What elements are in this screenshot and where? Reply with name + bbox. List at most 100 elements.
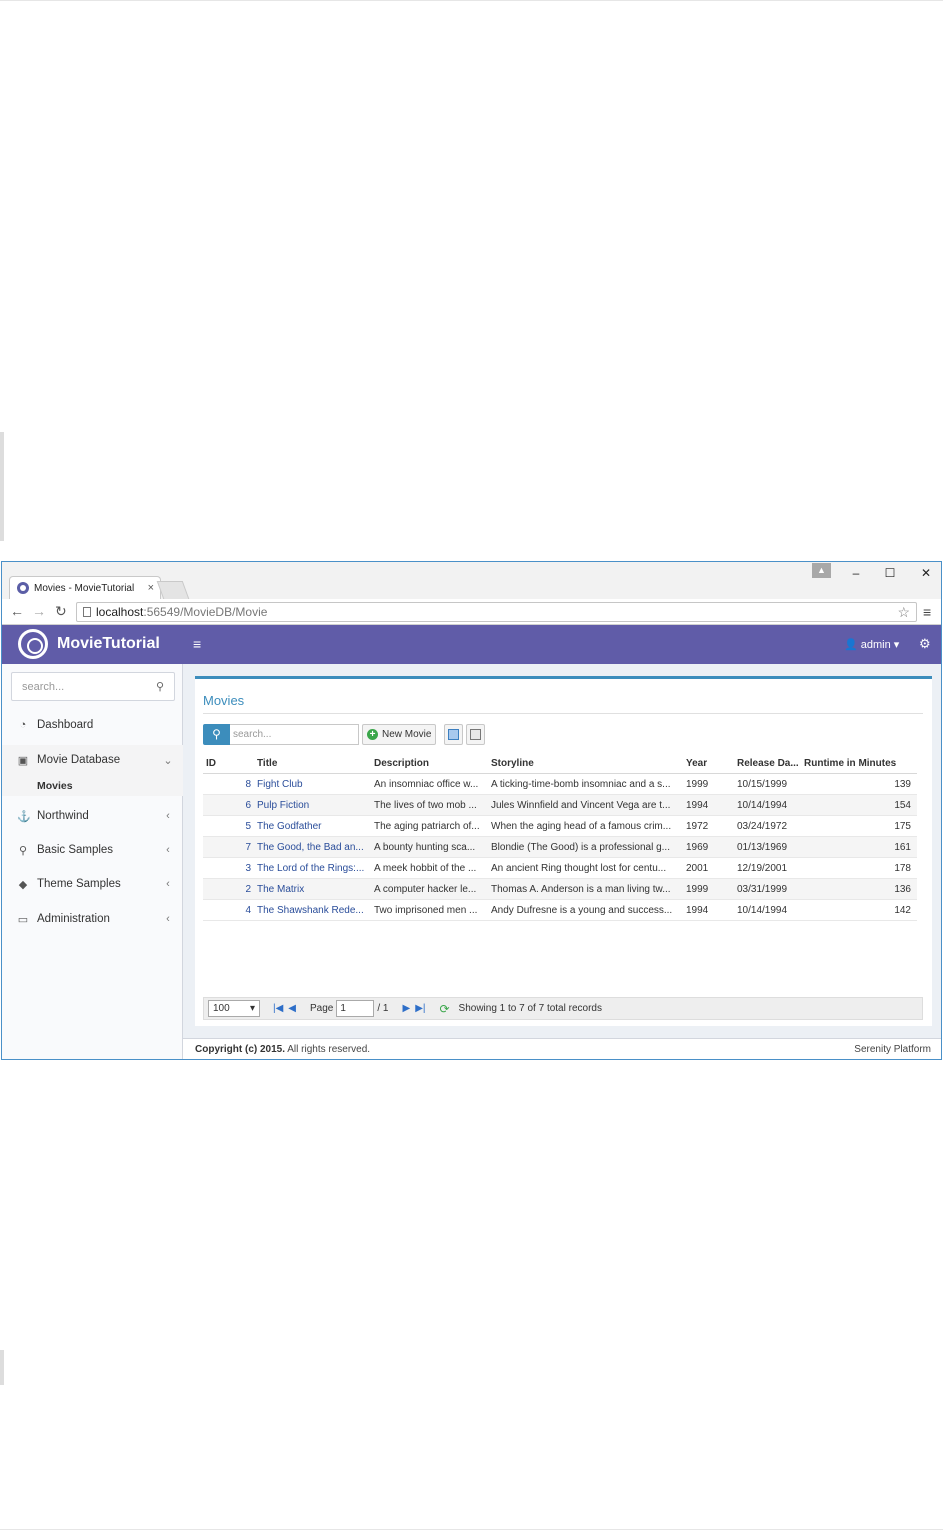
cell-id[interactable]: 6 [203,800,254,811]
cell-year: 1972 [686,820,709,832]
cell-id[interactable]: 2 [203,884,254,895]
back-icon[interactable]: ← [10,603,24,619]
cell-runtime: 178 [894,862,911,874]
cell-title-link[interactable]: The Good, the Bad an... [254,842,371,853]
next-page-icon[interactable]: ▶ [402,1003,410,1014]
new-tab-button[interactable] [156,581,190,599]
page-size-select[interactable]: 100 ▾ [208,1000,260,1017]
sidebar-item-movie-database[interactable]: ▣ Movie Database ⌄ [2,745,183,775]
sidebar-item-label: Administration [37,913,110,925]
sidebar-item-northwind[interactable]: ⚓ Northwind ‹ [2,801,183,831]
reload-icon[interactable]: ↻ [55,603,67,619]
search-icon: ⚲ [155,681,164,693]
settings-gear-icon[interactable]: ⚙ [919,636,931,652]
film-icon: ▣ [17,754,29,767]
movies-panel: Movies ⚲ search... + New Movie ID Title … [195,676,932,1026]
sidebar-item-theme-samples[interactable]: ◆ Theme Samples ‹ [2,869,183,899]
sidebar-item-label: Basic Samples [37,844,114,856]
sidebar-search[interactable]: search... ⚲ [11,672,175,701]
brand-name[interactable]: MovieTutorial [57,635,160,653]
cell-year: 2001 [686,862,709,874]
cell-runtime: 139 [894,778,911,790]
platform-link[interactable]: Serenity Platform [854,1044,931,1055]
table-row[interactable]: 7 The Good, the Bad an... A bounty hunti… [203,837,917,858]
sidebar-item-basic-samples[interactable]: ⚲ Basic Samples ‹ [2,835,183,865]
sidebar-item-label: Theme Samples [37,878,121,890]
cell-id[interactable]: 7 [203,842,254,853]
table-row[interactable]: 2 The Matrix A computer hacker le... Tho… [203,879,917,900]
column-header-release-date[interactable]: Release Da... [734,758,801,769]
title-bar: Movies - MovieTutorial × ▲ – ☐ ✕ [2,562,941,599]
close-window-button[interactable]: ✕ [911,564,941,582]
cell-storyline: Andy Dufresne is a young and success... [491,904,673,916]
refresh-button[interactable] [444,724,463,745]
column-header-id[interactable]: ID [203,758,254,769]
last-page-icon[interactable]: ▶| [415,1003,425,1014]
sidebar-item-administration[interactable]: ▭ Administration ‹ [2,904,183,934]
reload-icon[interactable]: ⟳ [439,1002,449,1016]
maximize-button[interactable]: ☐ [875,564,905,582]
minimize-button[interactable]: – [841,564,871,582]
sidebar-item-dashboard[interactable]: ◔ Dashboard [2,710,183,740]
table-row[interactable]: 8 Fight Club An insomniac office w... A … [203,774,917,795]
cell-id[interactable]: 3 [203,863,254,874]
user-menu[interactable]: 👤 admin ▾ [844,638,899,651]
table-row[interactable]: 6 Pulp Fiction The lives of two mob ... … [203,795,917,816]
cell-storyline: Jules Winnfield and Vincent Vega are t..… [491,799,671,811]
cell-runtime: 154 [894,799,911,811]
search-icon[interactable]: ⚲ [203,724,230,745]
tab-close-icon[interactable]: × [148,582,154,594]
browser-tab[interactable]: Movies - MovieTutorial × [9,576,161,599]
page-icon [83,607,91,617]
cell-id[interactable]: 5 [203,821,254,832]
cell-year: 1969 [686,841,709,853]
top-rule [0,0,943,1]
movies-grid: ID Title Description Storyline Year Rele… [203,753,917,921]
cell-title-link[interactable]: Fight Club [254,779,371,790]
cell-title-link[interactable]: The Matrix [254,884,371,895]
cell-runtime: 142 [894,904,911,916]
profile-icon[interactable]: ▲ [812,563,831,578]
page-number-input[interactable]: 1 [336,1000,375,1017]
anchor-icon: ⚓ [17,810,31,823]
cell-id[interactable]: 4 [203,905,254,916]
browser-menu-icon[interactable]: ≡ [923,604,931,620]
page-label: Page [310,1003,334,1014]
pager: 100 ▾ |◀ ◀ Page 1 / 1 ▶ ▶| ⟳ Showing 1 t… [203,997,923,1020]
column-header-description[interactable]: Description [371,758,488,769]
cell-title-link[interactable]: The Shawshank Rede... [254,905,371,916]
bookmark-star-icon[interactable]: ☆ [897,604,910,621]
column-header-storyline[interactable]: Storyline [488,758,683,769]
column-header-runtime[interactable]: Runtime in Minutes [801,758,917,769]
chevron-left-icon: ‹ [166,844,170,856]
address-bar[interactable]: localhost:56549/MovieDB/Movie ☆ [76,602,917,622]
cell-title-link[interactable]: The Godfather [254,821,371,832]
sidebar-subitem-movies[interactable]: Movies [2,775,183,796]
prev-page-icon[interactable]: ◀ [288,1003,296,1014]
table-row[interactable]: 3 The Lord of the Rings:... A meek hobbi… [203,858,917,879]
page: Movies - MovieTutorial × ▲ – ☐ ✕ ← → ↻ l… [0,0,943,1532]
column-header-year[interactable]: Year [683,758,734,769]
cell-id[interactable]: 8 [203,779,254,790]
sidebar-item-label: Northwind [37,810,89,822]
sidebar-search-input[interactable]: search... [22,681,156,693]
column-picker-button[interactable] [466,724,485,745]
forward-icon[interactable]: → [32,603,46,619]
table-row[interactable]: 5 The Godfather The aging patriarch of..… [203,816,917,837]
caret-down-icon: ▾ [249,1003,255,1014]
tab-title: Movies - MovieTutorial [34,582,135,594]
app-header: MovieTutorial ≡ 👤 admin ▾ ⚙ [2,625,941,664]
cell-title-link[interactable]: Pulp Fiction [254,800,371,811]
table-row[interactable]: 4 The Shawshank Rede... Two imprisoned m… [203,900,917,921]
cell-title-link[interactable]: The Lord of the Rings:... [254,863,371,874]
pager-status: Showing 1 to 7 of 7 total records [458,1003,602,1014]
first-page-icon[interactable]: |◀ [273,1003,283,1014]
column-header-title[interactable]: Title [254,758,371,769]
new-movie-button[interactable]: + New Movie [362,724,437,745]
cell-release-date: 10/15/1999 [737,778,788,790]
grid-search-input[interactable]: search... [230,724,359,745]
grid-search[interactable]: ⚲ search... [203,724,359,745]
page-total: / 1 [377,1003,389,1014]
sidebar-toggle-icon[interactable]: ≡ [193,636,201,652]
cell-year: 1994 [686,904,709,916]
